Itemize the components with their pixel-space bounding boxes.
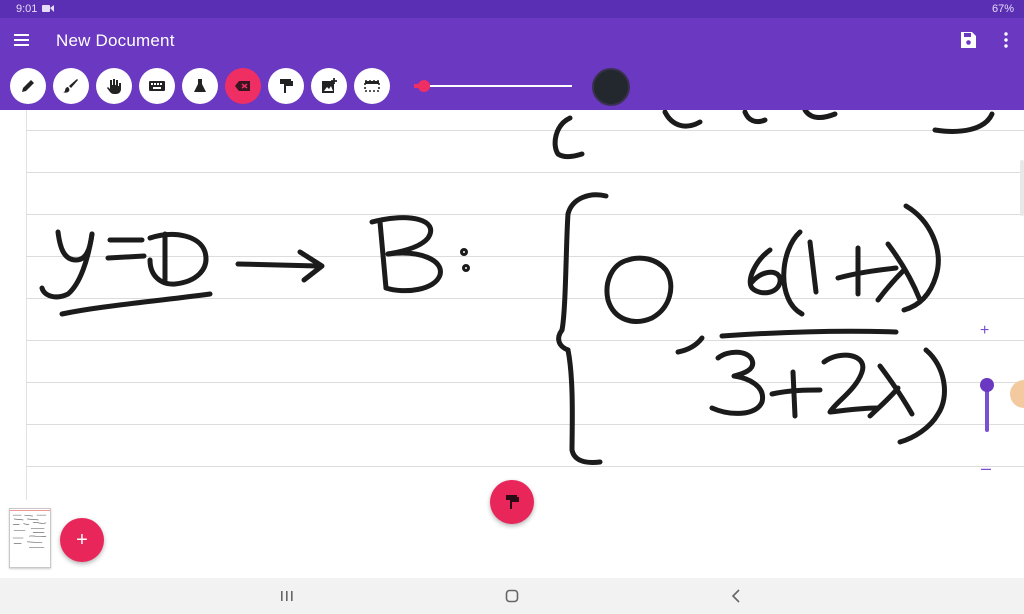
keyboard-icon [149, 81, 165, 91]
more-options-button[interactable] [994, 28, 1018, 52]
insert-image-button[interactable] [311, 68, 347, 104]
eraser-tool-button[interactable] [225, 68, 261, 104]
home-button[interactable] [502, 586, 522, 606]
brush-icon [63, 79, 78, 93]
save-button[interactable] [956, 28, 980, 52]
drawing-canvas[interactable]: + – [0, 110, 1024, 500]
eraser-icon [235, 81, 250, 91]
zoom-out-button[interactable]: – [981, 458, 991, 479]
camera-icon [42, 5, 54, 12]
stroke-width-thumb[interactable] [418, 80, 430, 92]
pen-tool-button[interactable] [10, 68, 46, 104]
stroke-width-slider[interactable] [424, 85, 572, 87]
status-bar: 9:01 67% [0, 0, 1024, 18]
flask-icon [194, 79, 206, 92]
back-button[interactable] [727, 586, 747, 606]
handwritten-math-ink [39, 110, 995, 465]
brush-tool-button[interactable] [53, 68, 89, 104]
stroke-color-swatch[interactable] [592, 68, 630, 106]
format-fab-button[interactable] [490, 480, 534, 524]
save-icon [961, 32, 976, 48]
selection-tool-button[interactable] [354, 68, 390, 104]
pen-icon [22, 80, 34, 92]
hand-icon [107, 79, 121, 94]
menu-button[interactable] [10, 28, 34, 52]
pan-tool-button[interactable] [96, 68, 132, 104]
zoom-slider-thumb[interactable] [980, 378, 994, 392]
format-paint-icon [280, 79, 293, 93]
add-image-icon [322, 78, 337, 93]
shape-tool-button[interactable] [182, 68, 218, 104]
document-title: New Document [56, 31, 175, 50]
system-nav-bar [0, 578, 1024, 614]
thumbnail-preview [10, 510, 50, 548]
recent-apps-icon [281, 591, 293, 601]
back-icon [731, 589, 740, 603]
add-page-button[interactable]: + [60, 518, 104, 562]
selection-icon [364, 80, 380, 92]
home-icon [505, 589, 519, 603]
recent-apps-button[interactable] [277, 586, 297, 606]
scroll-handle[interactable] [1020, 160, 1024, 216]
battery-level: 67% [991, 3, 1014, 15]
app-bar: New Document [0, 18, 1024, 62]
page-thumbnail[interactable] [9, 508, 51, 568]
tool-palette [0, 62, 1024, 110]
zoom-in-button[interactable]: + [980, 322, 989, 340]
format-paint-tool-button[interactable] [268, 68, 304, 104]
keyboard-tool-button[interactable] [139, 68, 175, 104]
format-paint-icon [506, 495, 519, 509]
more-vert-icon [1004, 32, 1008, 48]
status-time: 9:01 [16, 3, 38, 15]
hamburger-icon [14, 34, 29, 46]
